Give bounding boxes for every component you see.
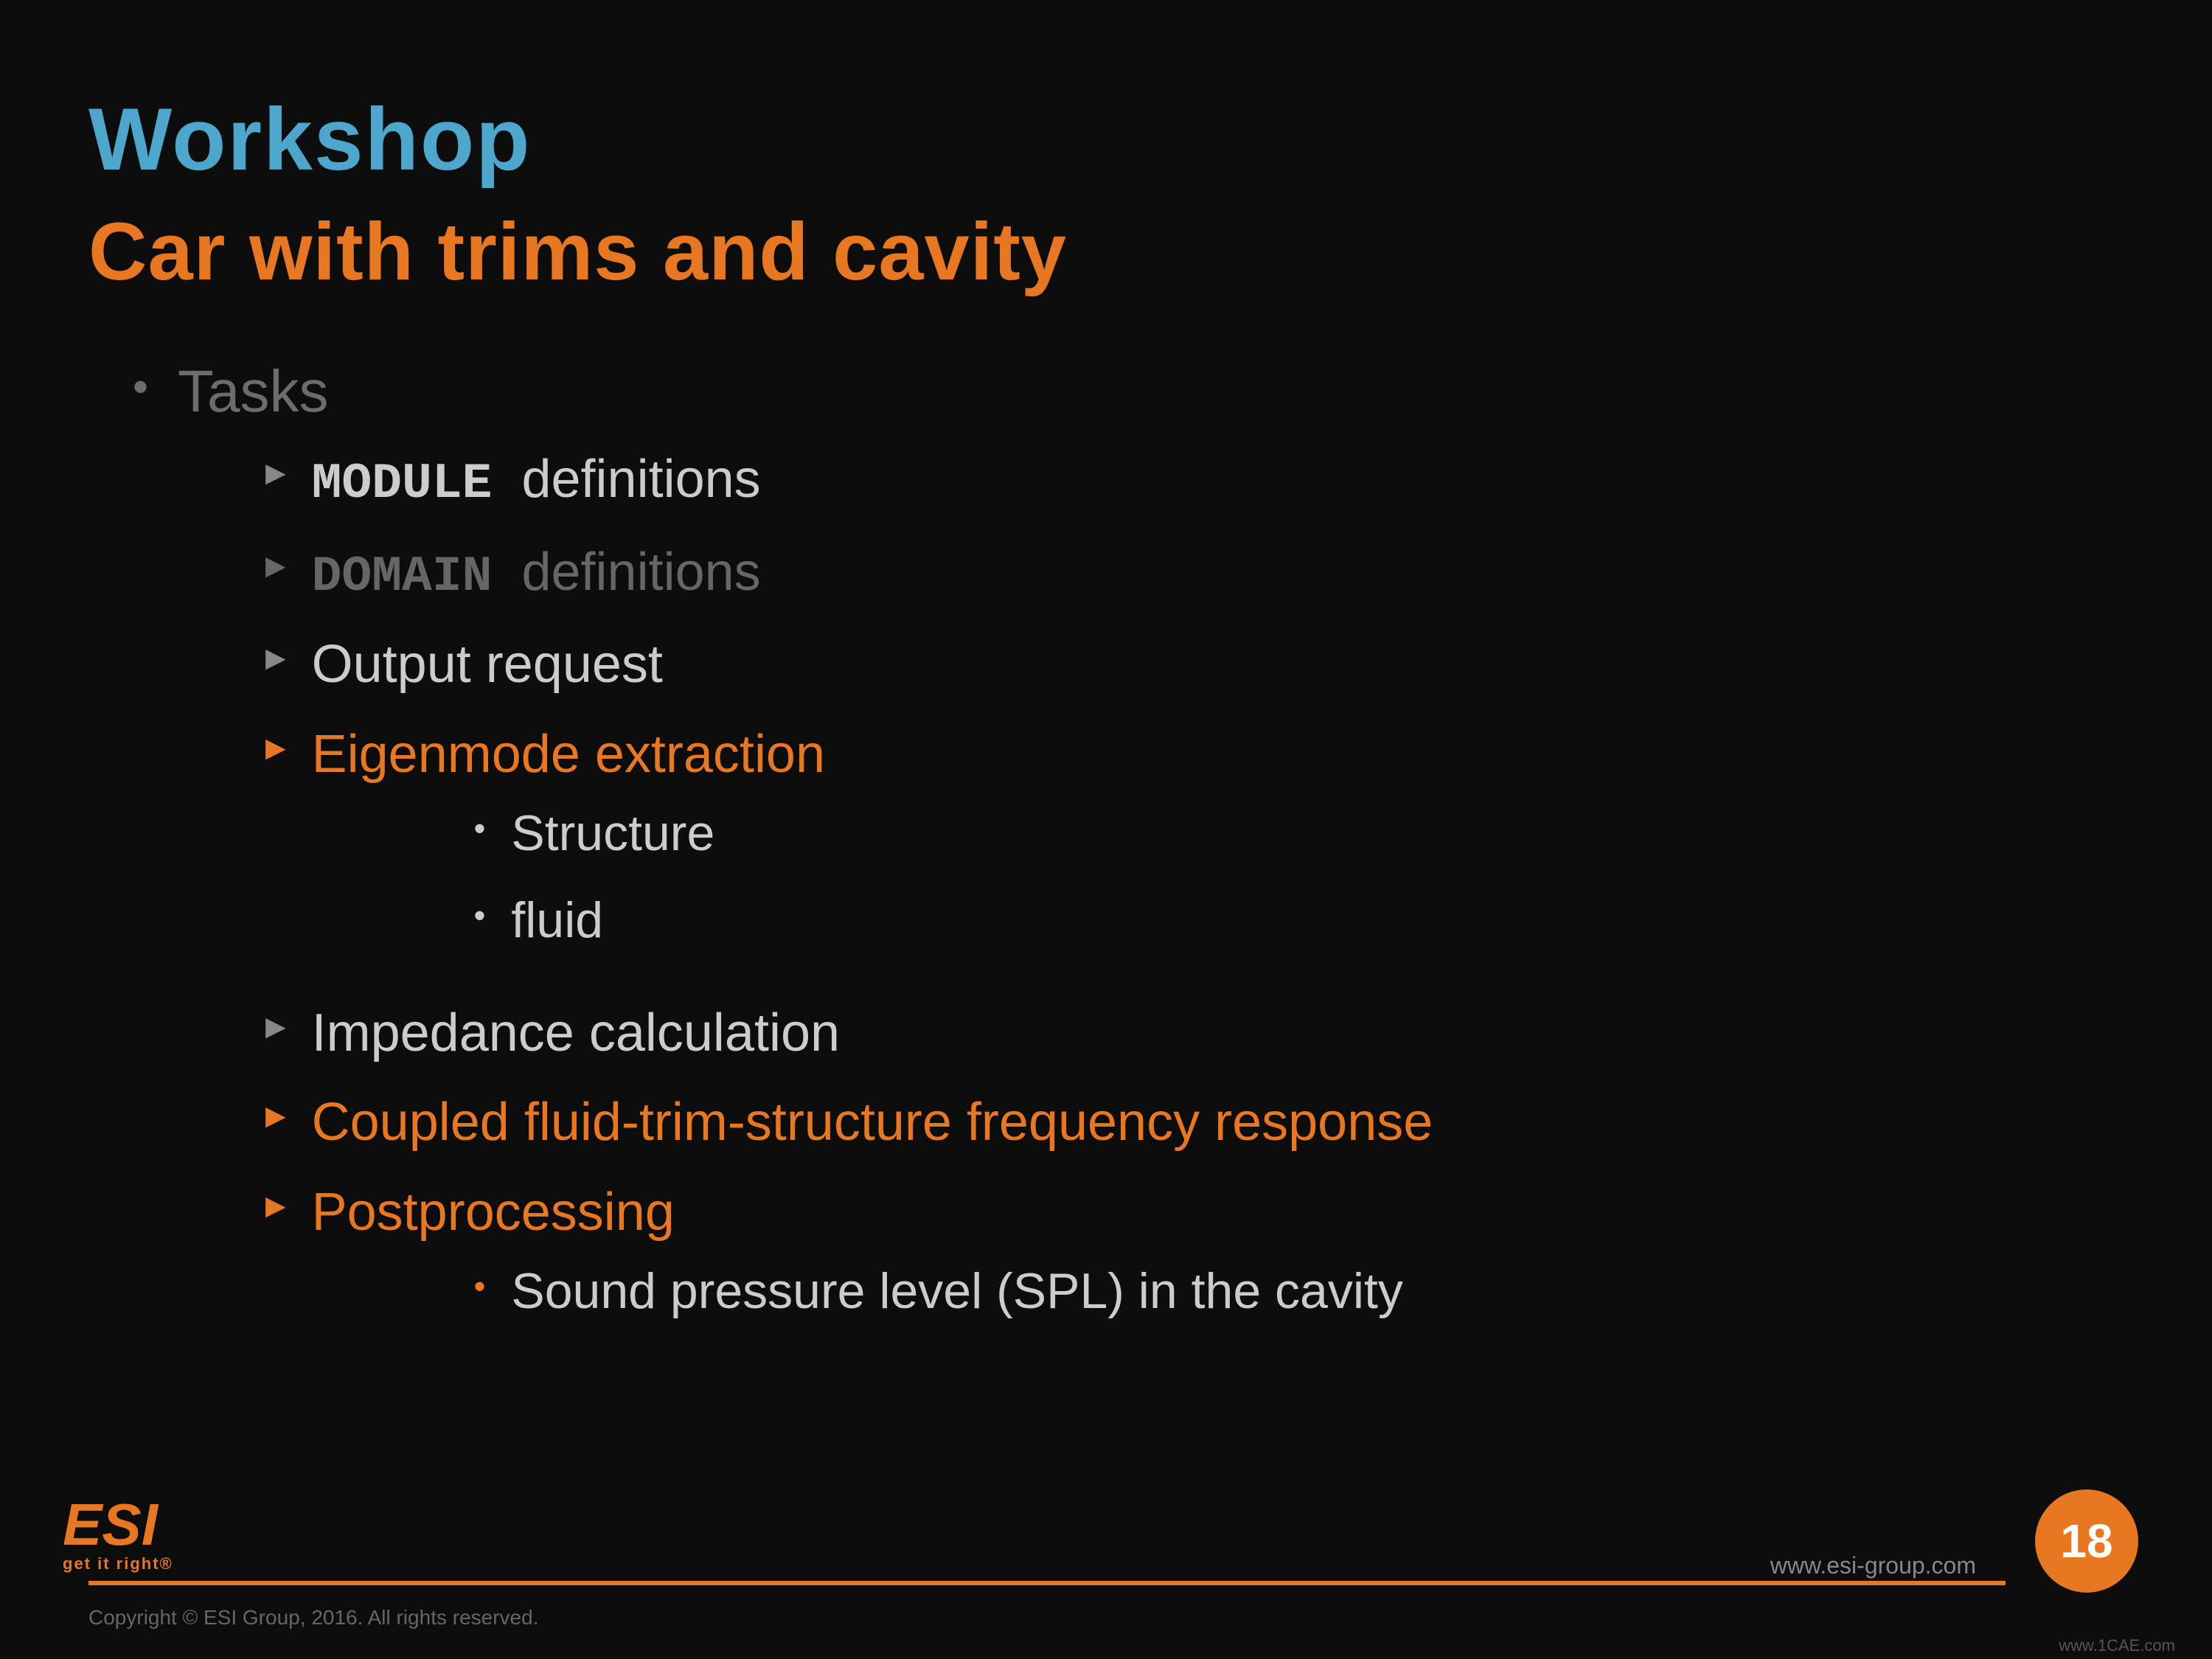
spl-item: • Sound pressure level (SPL) in the cavi… [474,1259,1403,1324]
page-number: 18 [2060,1514,2112,1568]
coupled-item: ▸ Coupled fluid-trim-structure frequency… [265,1091,2124,1154]
spl-bullet: • [474,1270,486,1303]
postprocessing-item: ▸ Postprocessing • Sound pressure level … [265,1180,2124,1346]
footer-line [88,1581,2006,1585]
eigenmode-arrow: ▸ [265,726,286,767]
eigenmode-content: Eigenmode extraction • Structure • fluid [312,723,825,975]
footer-website: www.esi-group.com [1770,1552,1976,1579]
module-item: ▸ MODULE definitions [265,448,2124,515]
domain-arrow: ▸ [265,544,286,585]
eigenmode-text: Eigenmode extraction [312,725,825,784]
coupled-arrow: ▸ [265,1094,286,1135]
fluid-item: • fluid [474,888,825,953]
impedance-item: ▸ Impedance calculation [265,1001,2124,1065]
svg-text:ESI: ESI [63,1492,159,1557]
sub-items-list: ▸ MODULE definitions ▸ DOMAIN definition… [133,448,2124,1346]
watermark: www.1CAE.com [2059,1636,2175,1655]
domain-keyword: DOMAIN [312,549,493,605]
slide-subtitle: Car with trims and cavity [88,205,2124,299]
copyright: Copyright © ESI Group, 2016. All rights … [88,1606,538,1630]
coupled-text: Coupled fluid-trim-structure frequency r… [312,1091,1433,1154]
postprocessing-content: Postprocessing • Sound pressure level (S… [312,1180,1403,1346]
tasks-label: Tasks [178,358,329,425]
output-text: Output request [312,633,663,696]
esi-logo: ESI get it right® [59,1489,229,1585]
structure-item: • Structure [474,801,825,866]
tasks-item: • Tasks [133,358,2124,425]
tasks-bullet: • [133,365,148,409]
fluid-bullet: • [474,899,486,932]
footer: ESI get it right® www.esi-group.com 18 C… [0,1541,2212,1659]
eigenmode-item: ▸ Eigenmode extraction • Structure • flu… [265,723,2124,975]
impedance-text: Impedance calculation [312,1001,840,1065]
impedance-arrow: ▸ [265,1005,286,1046]
structure-text: Structure [511,801,714,866]
output-arrow: ▸ [265,636,286,677]
module-arrow: ▸ [265,451,286,492]
svg-text:get it right®: get it right® [63,1554,173,1573]
module-keyword: MODULE [312,456,493,512]
postprocessing-text: Postprocessing [312,1183,675,1242]
eigenmode-children: • Structure • fluid [312,801,825,953]
output-item: ▸ Output request [265,633,2124,696]
page-number-circle: 18 [2035,1489,2138,1593]
module-text: MODULE definitions [312,448,761,515]
slide-title: Workshop [88,88,2124,190]
content-area: • Tasks ▸ MODULE definitions ▸ DOMAIN de… [88,358,2124,1346]
esi-logo-svg: ESI get it right® [59,1489,221,1578]
spl-text: Sound pressure level (SPL) in the cavity [511,1259,1403,1324]
postprocessing-arrow: ▸ [265,1184,286,1225]
slide-container: Workshop Car with trims and cavity • Tas… [0,0,2212,1659]
domain-item: ▸ DOMAIN definitions [265,540,2124,608]
postprocessing-children: • Sound pressure level (SPL) in the cavi… [312,1259,1403,1324]
domain-text: DOMAIN definitions [312,540,761,608]
structure-bullet: • [474,812,486,845]
fluid-text: fluid [511,888,603,953]
